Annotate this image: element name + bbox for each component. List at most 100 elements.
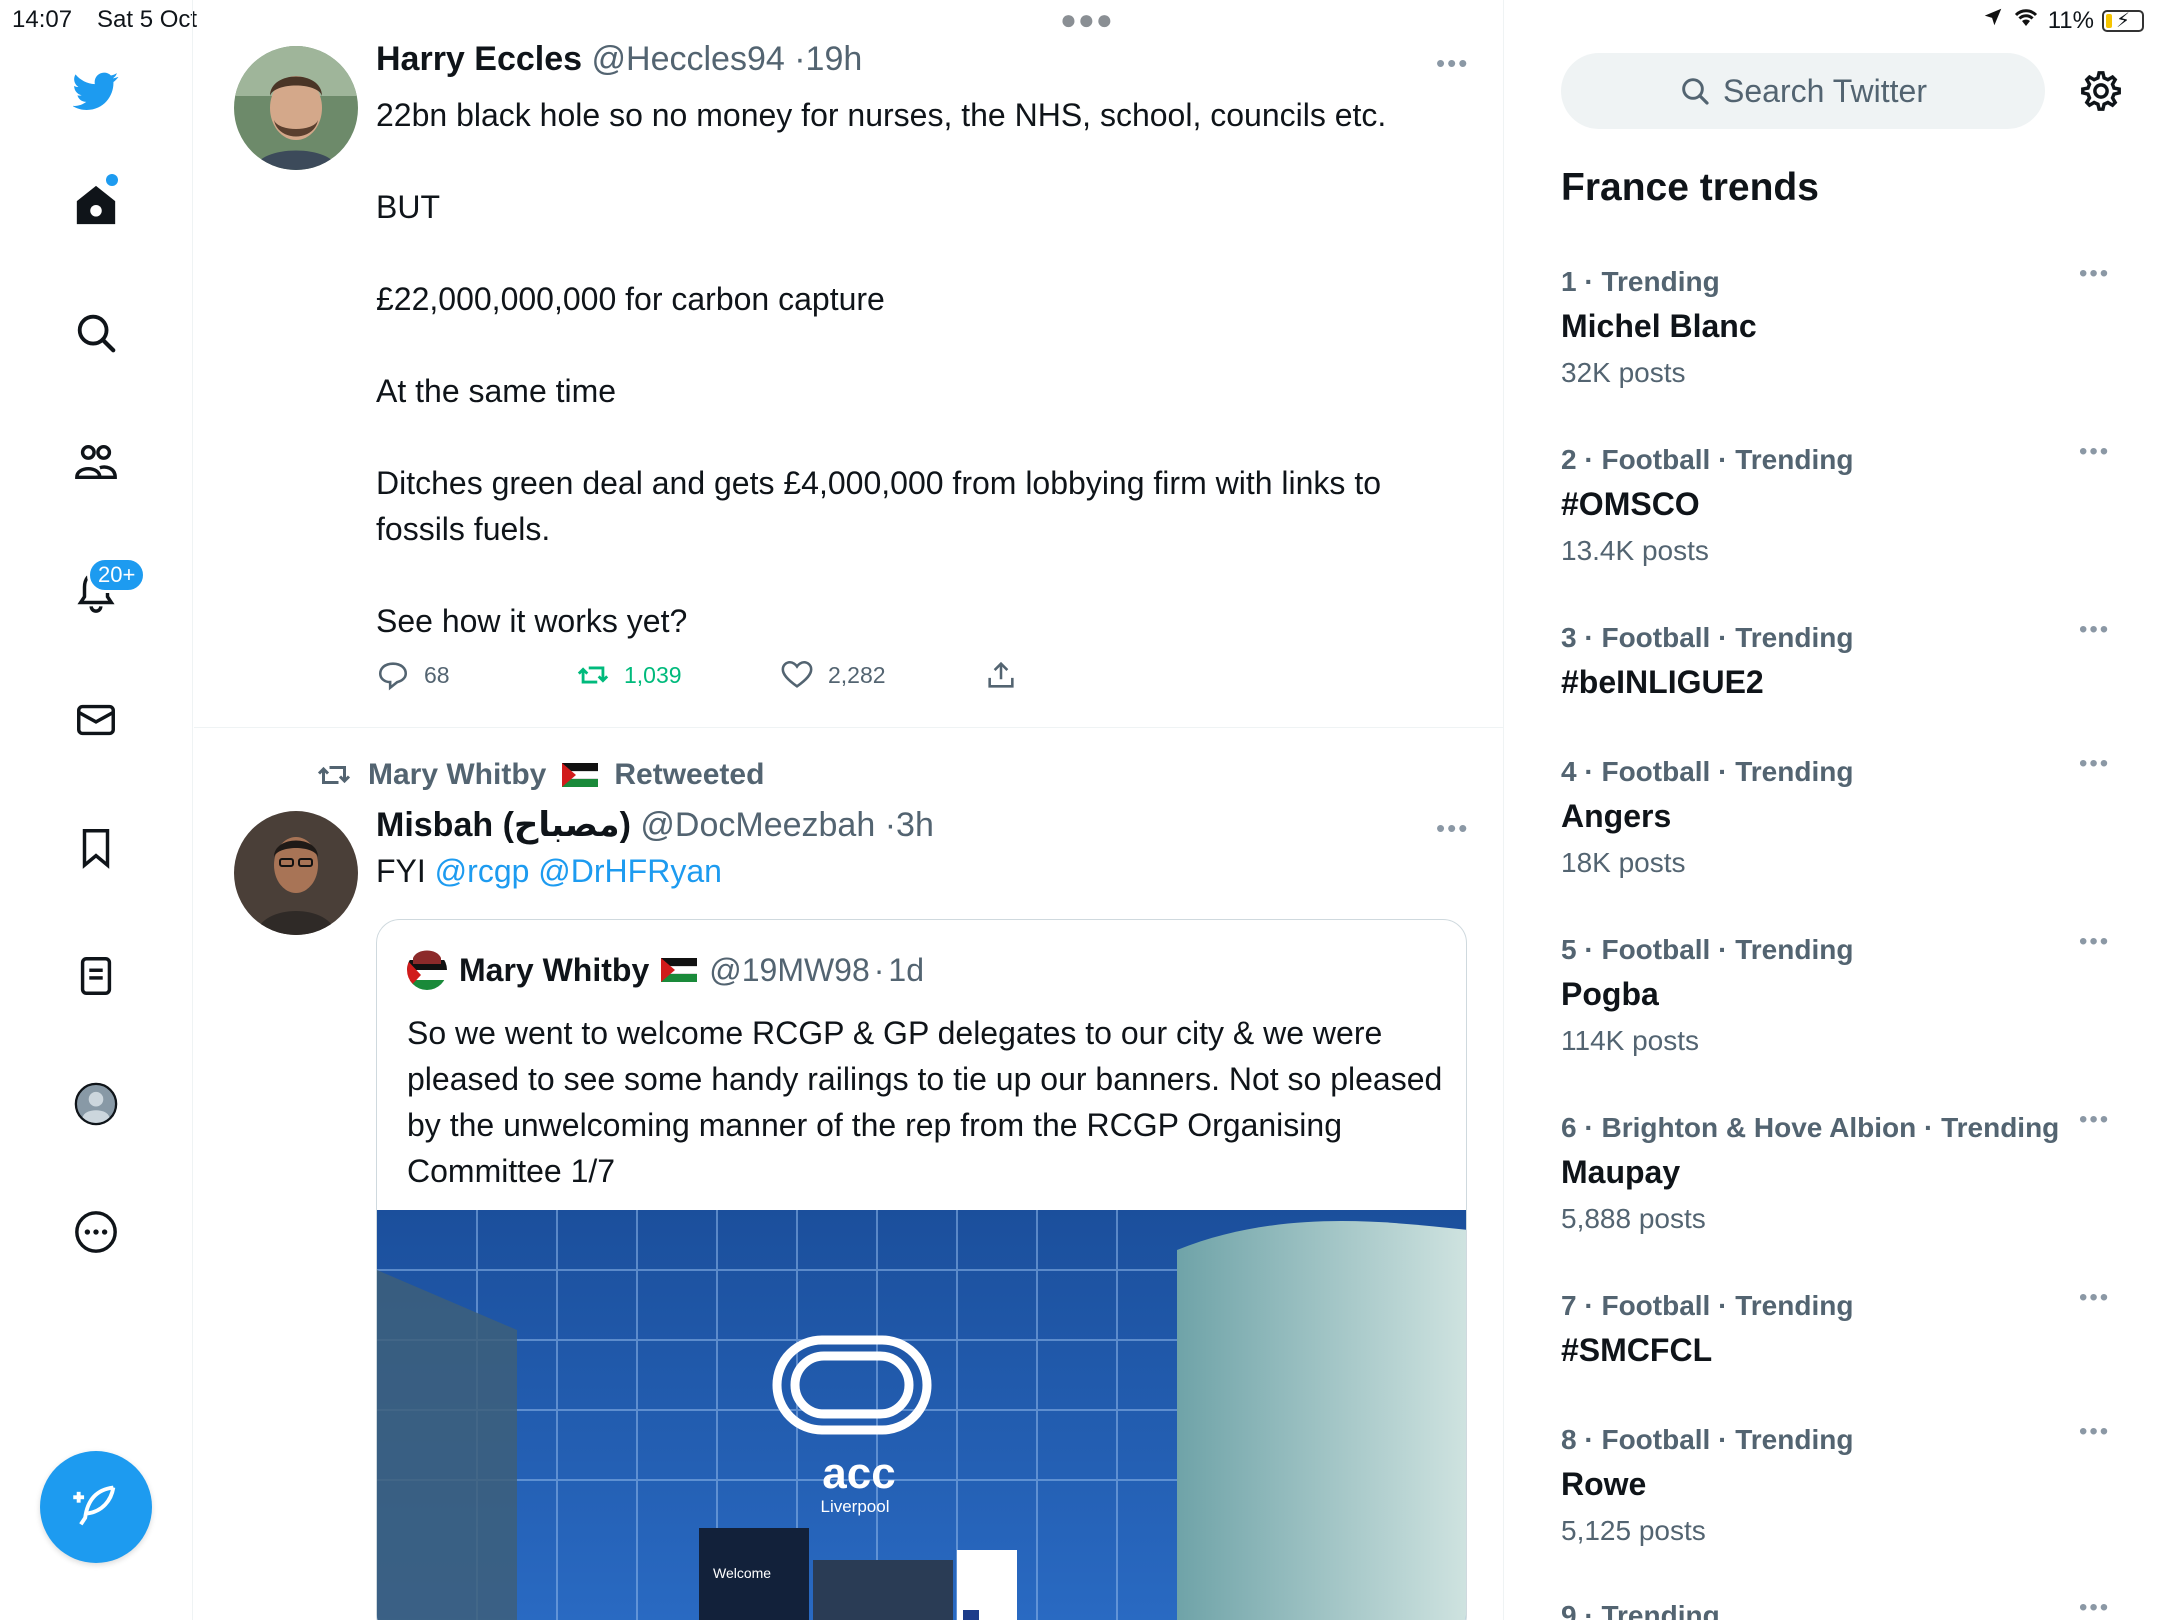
search-placeholder: Search Twitter xyxy=(1723,72,1927,109)
trend-context: 8 · Football · Trending xyxy=(1561,1424,1854,1455)
trend-more-icon[interactable]: ••• xyxy=(2079,750,2110,778)
like-button[interactable]: 2,282 xyxy=(780,658,886,692)
trend-item[interactable]: 6 · Brighton & Hove Albion · Trending Ma… xyxy=(1561,1106,2121,1235)
like-count: 2,282 xyxy=(828,661,886,688)
trend-item[interactable]: 3 · Football · Trending #beINLIGUE2 ••• xyxy=(1561,616,2121,701)
trend-more-icon[interactable]: ••• xyxy=(2079,928,2110,956)
tweet-time[interactable]: 3h xyxy=(896,806,934,844)
bookmarks-icon[interactable] xyxy=(71,823,121,873)
tweet-paragraph: See how it works yet? xyxy=(376,603,688,639)
tweet-more-icon[interactable]: ••• xyxy=(1436,813,1469,844)
trend-category: Football · Trending xyxy=(1601,1290,1854,1321)
tweet-text: 22bn black hole so no money for nurses, … xyxy=(376,92,1456,690)
trend-item[interactable]: 8 · Football · Trending Rowe 5,125 posts… xyxy=(1561,1418,2121,1547)
image-welcome-text: Welcome xyxy=(713,1565,771,1581)
quoted-tweet-time: 1d xyxy=(888,951,925,988)
tweet-header: Harry Eccles @Heccles94 ·19h xyxy=(376,40,862,79)
tweet-paragraph: Ditches green deal and gets £4,000,000 f… xyxy=(376,465,1381,547)
mention-link[interactable]: @DrHFRyan xyxy=(538,853,722,889)
tweet[interactable]: Harry Eccles @Heccles94 ·19h ••• 22bn bl… xyxy=(194,40,1504,728)
trend-item[interactable]: 9 · Trending ••• xyxy=(1561,1594,2121,1620)
compose-tweet-button[interactable] xyxy=(40,1451,152,1563)
trend-category: Football · Trending xyxy=(1601,756,1854,787)
retweeter-name[interactable]: Mary Whitby xyxy=(368,758,546,792)
lists-icon[interactable] xyxy=(71,951,121,1001)
trend-item[interactable]: 2 · Football · Trending #OMSCO 13.4K pos… xyxy=(1561,438,2121,567)
timeline: Harry Eccles @Heccles94 ·19h ••• 22bn bl… xyxy=(194,0,1504,1620)
tweet[interactable]: Mary Whitby Retweeted Misbah (مصباح) @Do… xyxy=(194,729,1504,1620)
explore-search-icon[interactable] xyxy=(71,308,121,358)
avatar[interactable] xyxy=(234,811,358,935)
trend-item[interactable]: 1 · Trending Michel Blanc 32K posts ••• xyxy=(1561,260,2121,389)
home-unread-dot xyxy=(106,174,118,186)
author-name[interactable]: Misbah (مصباح) xyxy=(376,806,631,844)
trend-more-icon[interactable]: ••• xyxy=(2079,616,2110,644)
trend-rank: 1 xyxy=(1561,266,1577,297)
tweet-text: FYI @rcgp @DrHFRyan xyxy=(376,853,722,890)
retweet-icon xyxy=(317,766,351,784)
trend-more-icon[interactable]: ••• xyxy=(2079,1418,2110,1446)
trend-more-icon[interactable]: ••• xyxy=(2079,1284,2110,1312)
trend-item[interactable]: 5 · Football · Trending Pogba 114K posts… xyxy=(1561,928,2121,1057)
quoted-tweet[interactable]: Mary Whitby @19MW98 · 1d So we went to we… xyxy=(376,919,1467,1620)
separator: · xyxy=(873,951,885,988)
tweet-paragraph: 22bn black hole so no money for nurses, … xyxy=(376,97,1387,133)
mention-link[interactable]: @rcgp xyxy=(435,853,530,889)
author-name[interactable]: Harry Eccles xyxy=(376,40,582,78)
messages-envelope-icon[interactable] xyxy=(71,695,121,745)
settings-gear-icon[interactable] xyxy=(2078,68,2124,114)
twitter-logo-icon[interactable] xyxy=(71,66,121,116)
quoted-tweet-header: Mary Whitby @19MW98 · 1d xyxy=(407,950,924,990)
author-handle[interactable]: @Heccles94 xyxy=(592,40,785,78)
tweet-more-icon[interactable]: ••• xyxy=(1436,48,1469,79)
trend-more-icon[interactable]: ••• xyxy=(2079,260,2110,288)
trend-more-icon[interactable]: ••• xyxy=(2079,1594,2110,1620)
retweet-icon xyxy=(577,666,609,684)
communities-icon[interactable] xyxy=(71,437,121,487)
trend-more-icon[interactable]: ••• xyxy=(2079,438,2110,466)
trend-rank: 6 xyxy=(1561,1112,1577,1143)
trend-item[interactable]: 4 · Football · Trending Angers 18K posts… xyxy=(1561,750,2121,879)
palestine-flag-icon xyxy=(661,958,698,982)
home-icon[interactable] xyxy=(71,180,121,230)
profile-avatar-icon[interactable] xyxy=(71,1079,121,1129)
trend-context: 5 · Football · Trending xyxy=(1561,934,1854,965)
trend-context: 4 · Football · Trending xyxy=(1561,756,1854,787)
trend-item[interactable]: 7 · Football · Trending #SMCFCL ••• xyxy=(1561,1284,2121,1369)
reply-count: 68 xyxy=(424,661,450,688)
search-box[interactable]: Search Twitter xyxy=(1561,53,2045,129)
retweet-button[interactable]: 1,039 xyxy=(576,658,682,692)
trend-title: #beINLIGUE2 xyxy=(1561,664,1764,700)
left-navigation: 20+ xyxy=(0,0,193,1620)
quoted-avatar[interactable] xyxy=(407,950,447,990)
trend-rank: 2 xyxy=(1561,444,1577,475)
trend-context: 9 · Trending xyxy=(1561,1600,2121,1620)
trend-more-icon[interactable]: ••• xyxy=(2079,1106,2110,1134)
trend-rank: 8 xyxy=(1561,1424,1577,1455)
tweet-time[interactable]: 19h xyxy=(806,40,863,78)
more-options-circle-icon[interactable] xyxy=(71,1207,121,1257)
quoted-tweet-text: So we went to welcome RCGP & GP delegate… xyxy=(407,1015,1443,1189)
trend-rank: 3 xyxy=(1561,622,1577,653)
share-button[interactable] xyxy=(984,658,1018,692)
trend-context: 6 · Brighton & Hove Albion · Trending xyxy=(1561,1112,2060,1143)
author-handle[interactable]: @DocMeezbah xyxy=(640,806,875,844)
trend-context: 7 · Football · Trending xyxy=(1561,1290,1854,1321)
image-sign-subtext: Liverpool xyxy=(821,1497,890,1516)
quoted-author-handle[interactable]: @19MW98 xyxy=(709,952,870,989)
reply-button[interactable]: 68 xyxy=(376,658,450,692)
image-sign-text: acc xyxy=(822,1449,895,1498)
trend-rank: 4 xyxy=(1561,756,1577,787)
share-icon xyxy=(988,661,1014,688)
trend-context: 3 · Football · Trending xyxy=(1561,622,1854,653)
trend-count: 114K posts xyxy=(1561,1025,1700,1056)
retweeted-label: Retweeted xyxy=(614,758,765,791)
quoted-author-name[interactable]: Mary Whitby xyxy=(459,952,649,989)
quoted-tweet-image[interactable]: acc Liverpool Welcome xyxy=(377,1210,1466,1620)
avatar[interactable] xyxy=(234,46,358,170)
separator: · xyxy=(884,806,897,844)
location-icon xyxy=(1982,6,2004,35)
tweet-paragraph: BUT xyxy=(376,189,440,225)
trends-heading: France trends xyxy=(1561,166,1819,209)
battery-icon: ⚡ xyxy=(2102,9,2144,32)
